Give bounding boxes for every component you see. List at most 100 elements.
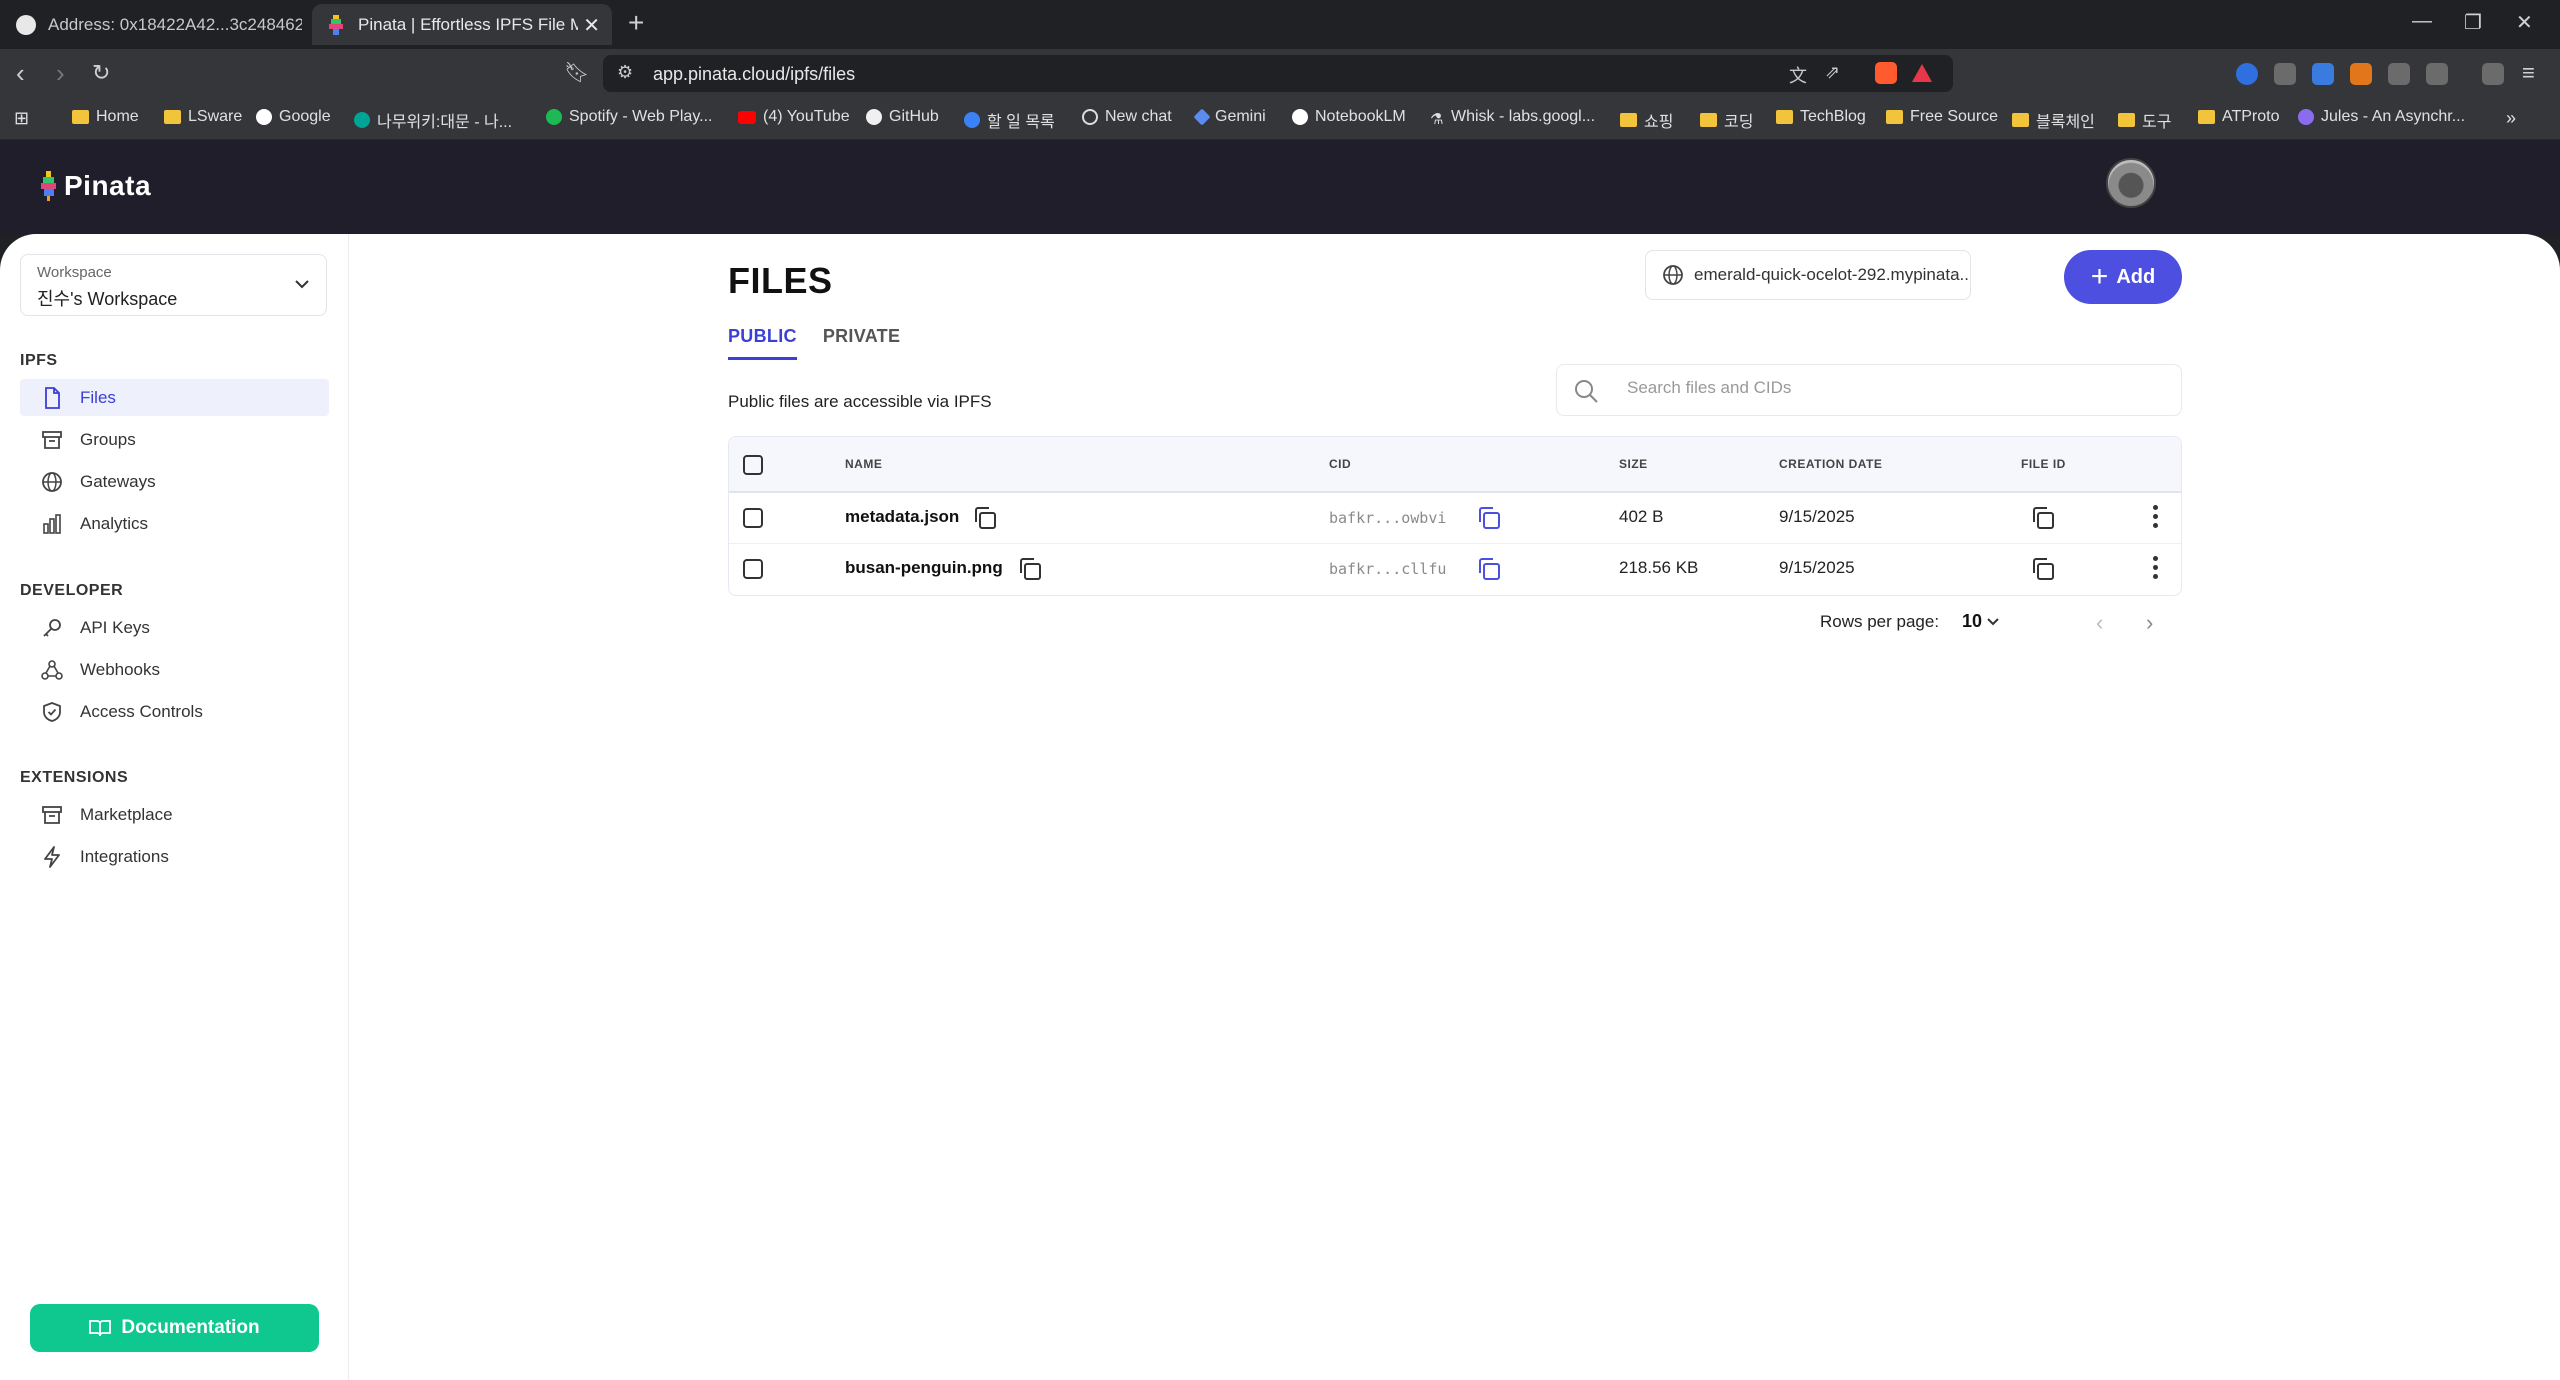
sidebar-toggle-icon[interactable] xyxy=(2482,63,2504,85)
bookmark-item[interactable]: ATProto xyxy=(2198,108,2280,126)
column-header-size[interactable]: SIZE xyxy=(1619,457,1648,471)
bookmark-item[interactable]: GitHub xyxy=(866,108,939,126)
bookmark-item[interactable]: Free Source xyxy=(1886,108,1998,126)
new-tab-button[interactable]: + xyxy=(628,8,644,38)
sidebar-item-marketplace[interactable]: Marketplace xyxy=(20,796,329,833)
sidebar-item-access-controls[interactable]: Access Controls xyxy=(20,693,329,730)
bookmark-label: Free Source xyxy=(1910,108,1999,125)
bookmark-item[interactable]: New chat xyxy=(1082,108,1172,126)
sidebar-item-label: Access Controls xyxy=(80,701,203,721)
more-options-icon[interactable] xyxy=(2153,556,2159,583)
next-page-icon[interactable]: › xyxy=(2146,610,2153,636)
copy-file-id-icon[interactable] xyxy=(2029,555,2057,583)
row-checkbox[interactable] xyxy=(743,559,763,579)
password-manager-icon[interactable] xyxy=(2236,63,2258,85)
translate-icon[interactable]: 文 xyxy=(1789,62,1807,88)
copy-name-icon[interactable] xyxy=(971,504,999,532)
sidebar-item-integrations[interactable]: Integrations xyxy=(20,838,329,875)
bookmark-item[interactable]: 쇼핑 xyxy=(1620,108,1673,132)
table-row[interactable]: busan-penguin.png bafkr...cllfu 218.56 K… xyxy=(729,544,2181,595)
search-input[interactable] xyxy=(1627,378,2147,398)
wallet-icon[interactable] xyxy=(2426,63,2448,85)
rows-per-page-select[interactable]: 10 xyxy=(1962,611,1982,632)
bookmark-item[interactable]: Home xyxy=(72,108,139,126)
column-header-file-id[interactable]: FILE ID xyxy=(2021,457,2066,471)
gateway-selector[interactable]: emerald-quick-ocelot-292.mypinata... xyxy=(1645,250,1971,300)
search-box[interactable] xyxy=(1556,364,2182,416)
pinata-logo-icon xyxy=(40,171,58,201)
table-row[interactable]: metadata.json bafkr...owbvi 402 B 9/15/2… xyxy=(729,493,2181,544)
sidebar-item-webhooks[interactable]: Webhooks xyxy=(20,651,329,688)
bookmark-item[interactable]: 할 일 목록 xyxy=(964,108,1055,132)
brave-rewards-icon[interactable] xyxy=(1911,62,1933,84)
extension-icon[interactable] xyxy=(2274,63,2296,85)
previous-page-icon[interactable]: ‹ xyxy=(2096,610,2103,636)
sidebar-item-files[interactable]: Files xyxy=(20,379,329,416)
column-header-creation-date[interactable]: CREATION DATE xyxy=(1779,457,1882,471)
chevron-down-icon[interactable] xyxy=(1986,614,2000,630)
copy-file-id-icon[interactable] xyxy=(2029,504,2057,532)
site-info-icon[interactable]: ⚙ xyxy=(617,62,633,83)
file-name[interactable]: busan-penguin.png xyxy=(845,558,1003,578)
bookmark-item[interactable]: 블록체인 xyxy=(2012,108,2095,132)
apps-grid-icon[interactable]: ⊞ xyxy=(14,108,29,129)
folder-icon xyxy=(164,110,181,124)
file-name[interactable]: metadata.json xyxy=(845,507,959,527)
bookmark-item[interactable]: (4) YouTube xyxy=(738,108,850,126)
sidebar-item-label: Gateways xyxy=(80,471,156,491)
menu-icon[interactable]: ≡ xyxy=(2522,59,2535,87)
bookmark-item[interactable]: TechBlog xyxy=(1776,108,1866,126)
browser-tab-address[interactable]: Address: 0x18422A42...3c2484629 | xyxy=(16,4,302,45)
bookmark-item[interactable]: LSware xyxy=(164,108,242,126)
address-bar[interactable]: ⚙ app.pinata.cloud/ipfs/files 文 ⇗ xyxy=(603,55,1953,92)
avatar[interactable] xyxy=(2106,158,2156,208)
bookmark-item[interactable]: Gemini xyxy=(1193,108,1266,126)
bookmarks-overflow-icon[interactable]: » xyxy=(2506,108,2516,129)
openai-icon xyxy=(1082,109,1098,125)
bookmark-item[interactable]: 도구 xyxy=(2118,108,2171,132)
bookmark-item[interactable]: Jules - An Asynchr... xyxy=(2298,108,2465,126)
extensions-puzzle-icon[interactable] xyxy=(2388,63,2410,85)
sidebar-item-analytics[interactable]: Analytics xyxy=(20,505,329,542)
sidebar-item-groups[interactable]: Groups xyxy=(20,421,329,458)
copy-cid-icon[interactable] xyxy=(1475,555,1503,583)
column-header-name[interactable]: NAME xyxy=(845,457,882,471)
close-tab-icon[interactable]: ✕ xyxy=(583,13,600,38)
bookmark-item[interactable]: Google xyxy=(256,108,331,126)
tab-private[interactable]: PRIVATE xyxy=(823,326,900,360)
bookmark-item[interactable]: Spotify - Web Play... xyxy=(546,108,712,126)
workspace-selector[interactable]: Workspace 진수's Workspace xyxy=(20,254,327,316)
copy-cid-icon[interactable] xyxy=(1475,504,1503,532)
restore-button[interactable]: ❐ xyxy=(2464,10,2482,35)
copy-name-icon[interactable] xyxy=(1016,555,1044,583)
bookmark-item[interactable]: NotebookLM xyxy=(1292,108,1406,126)
bookmark-item[interactable]: 코딩 xyxy=(1700,108,1753,132)
select-all-checkbox[interactable] xyxy=(743,455,763,475)
translate-extension-icon[interactable] xyxy=(2312,63,2334,85)
bookmark-item[interactable]: ⚗ Whisk - labs.googl... xyxy=(1430,108,1595,128)
bookmark-item[interactable]: 나무위키:대문 - 나... xyxy=(354,108,512,132)
sidebar-item-gateways[interactable]: Gateways xyxy=(20,463,329,500)
add-button[interactable]: + Add xyxy=(2064,250,2182,304)
tab-public[interactable]: PUBLIC xyxy=(728,326,797,360)
forward-icon[interactable]: › xyxy=(56,59,65,87)
more-options-icon[interactable] xyxy=(2153,505,2159,532)
minimize-button[interactable]: — xyxy=(2412,10,2432,33)
column-header-cid[interactable]: CID xyxy=(1329,457,1351,471)
row-checkbox[interactable] xyxy=(743,508,763,528)
close-window-button[interactable]: ✕ xyxy=(2516,10,2533,35)
bookmark-label: 나무위키:대문 - 나... xyxy=(377,114,513,131)
bookmark-icon[interactable]: 🔖︎ xyxy=(564,59,589,87)
brave-shield-icon[interactable] xyxy=(1875,62,1897,84)
documentation-button[interactable]: Documentation xyxy=(30,1304,319,1352)
back-icon[interactable]: ‹ xyxy=(16,59,25,87)
pinata-logo[interactable]: Pinata xyxy=(40,170,151,202)
notebooklm-icon xyxy=(1292,109,1308,125)
sidebar-item-api-keys[interactable]: API Keys xyxy=(20,609,329,646)
browser-tab-pinata[interactable]: Pinata | Effortless IPFS File Man ✕ xyxy=(312,4,612,45)
reload-icon[interactable]: ↻ xyxy=(92,59,110,87)
metamask-icon[interactable] xyxy=(2350,63,2372,85)
bookmark-label: Gemini xyxy=(1215,108,1266,125)
tab-title: Pinata | Effortless IPFS File Man xyxy=(358,14,578,34)
share-icon[interactable]: ⇗ xyxy=(1825,62,1840,83)
